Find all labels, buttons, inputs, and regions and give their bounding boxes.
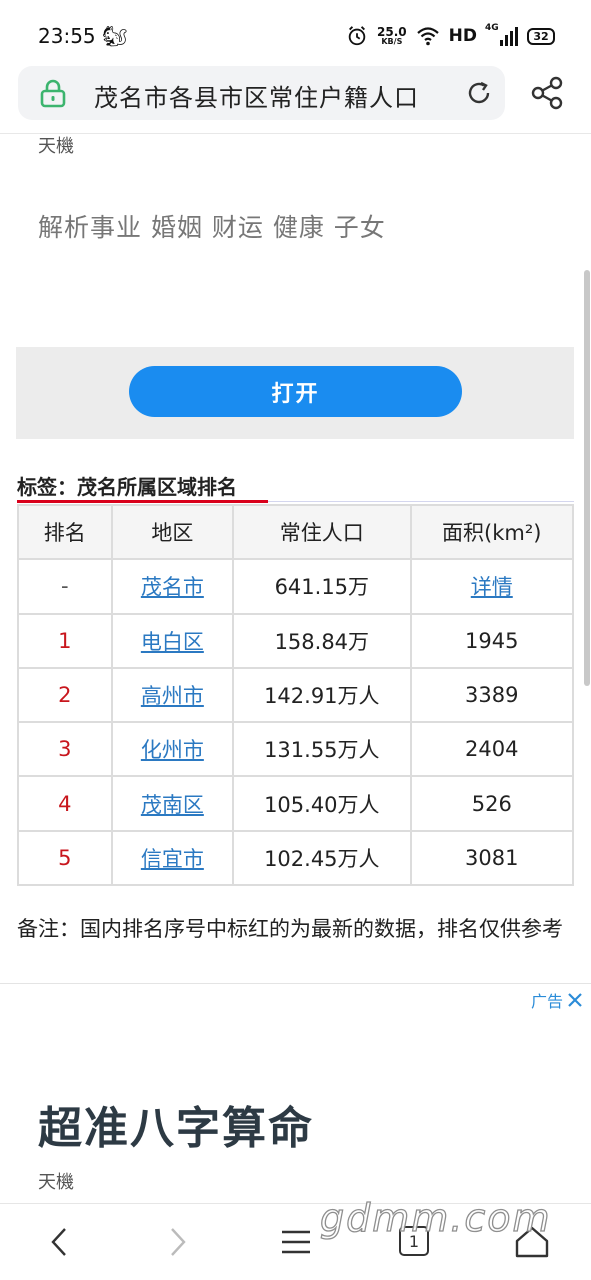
header-area: 面积(km²) [409,503,575,561]
rank-cell: 2 [17,666,113,724]
ad-top-description[interactable]: 解析事业 婚姻 财运 健康 子女 [38,208,386,244]
lock-icon [40,79,66,108]
page-title[interactable]: 茂名市各县市区常住户籍人口 [94,78,419,113]
region-link[interactable]: 电白区 [141,630,204,654]
squirrel-icon: 🐿 [102,24,128,48]
area-cell: 1945 [409,612,575,669]
region-cell: 高州市 [110,666,235,724]
rank-cell: 1 [17,612,113,669]
area-cell: 526 [409,775,575,832]
network-speed-unit: KB/S [381,37,403,46]
population-cell: 641.15万 [232,558,412,615]
address-bar[interactable]: 茂名市各县市区常住户籍人口 [18,66,505,120]
region-cell: 电白区 [110,612,235,669]
status-icons: 25.0 KB/S HD 4G 32 [346,23,555,48]
area-cell: 3081 [409,829,575,887]
tag-divider [268,501,574,502]
region-cell: 信宜市 [110,829,235,887]
scrollbar[interactable] [584,270,590,686]
network-speed: 25.0 KB/S [377,26,407,46]
region-link[interactable]: 化州市 [141,738,204,762]
table-row: 4 茂南区 105.40万人 526 [17,775,575,832]
battery-icon: 32 [527,27,555,45]
table-row: 5 信宜市 102.45万人 3081 [17,829,575,887]
top-divider [0,133,591,134]
table-header-row: 排名 地区 常住人口 面积(km²) [17,503,575,561]
header-rank: 排名 [17,503,113,561]
population-cell: 142.91万人 [232,666,412,724]
ad-label-text: 广告 [530,992,563,1011]
population-cell: 131.55万人 [232,721,412,778]
note-text: 备注：国内排名序号中标红的为最新的数据，排名仅供参考 [17,917,563,941]
ad-bottom[interactable]: 广告 超准八字算命 天機 [0,983,591,1203]
signal-icon: 4G [485,23,518,46]
table-row: 1 电白区 158.84万 1945 [17,612,575,669]
population-cell: 105.40万人 [232,775,412,832]
ad-top-brand: 天機 [38,136,74,157]
region-cell: 茂名市 [110,558,235,615]
population-cell: 102.45万人 [232,829,412,887]
ad-bottom-brand: 天機 [38,1172,74,1193]
menu-icon[interactable] [276,1222,316,1262]
close-icon[interactable] [567,992,583,1008]
region-link[interactable]: 茂南区 [141,793,204,817]
status-bar: 23:55 🐿 25.0 KB/S HD 4G 32 [0,0,591,70]
table-row: - 茂名市 641.15万 详情 [17,558,575,615]
region-link[interactable]: 信宜市 [141,847,204,871]
ad-label[interactable]: 广告 [531,988,583,1012]
region-link[interactable]: 茂名市 [141,575,204,599]
header-population: 常住人口 [232,503,412,561]
tag-underline [17,500,268,503]
rank-cell: - [17,558,113,615]
share-icon[interactable] [530,76,564,110]
rank-cell: 5 [17,829,113,887]
hd-indicator: HD [448,26,477,46]
rank-cell: 4 [17,775,113,832]
open-button[interactable]: 打开 [129,366,462,417]
watermark: gdmm.com [319,1195,552,1240]
status-time: 23:55 [38,24,96,48]
reload-icon[interactable] [465,79,493,107]
battery-level: 32 [533,29,549,43]
ad-bottom-title[interactable]: 超准八字算命 [38,1092,314,1156]
table-row: 2 高州市 142.91万人 3389 [17,666,575,724]
rank-cell: 3 [17,721,113,778]
region-link[interactable]: 高州市 [141,684,204,708]
header-region: 地区 [110,503,235,561]
population-cell: 158.84万 [232,612,412,669]
ad-top-panel: 打开 [16,347,574,439]
forward-icon[interactable] [157,1222,197,1262]
details-link[interactable]: 详情 [471,575,513,599]
alarm-clock-icon [348,26,366,46]
area-cell: 3389 [409,666,575,724]
area-cell: 详情 [409,558,575,615]
back-icon[interactable] [40,1222,80,1262]
tag-label: 标签：茂名所属区域排名 [17,475,237,499]
table-row: 3 化州市 131.55万人 2404 [17,721,575,778]
region-cell: 化州市 [110,721,235,778]
ranking-table: 排名 地区 常住人口 面积(km²) - 茂名市 641.15万 详情 1 电白… [17,503,575,887]
wifi-icon [416,27,439,46]
region-cell: 茂南区 [110,775,235,832]
network-type: 4G [485,23,499,33]
area-cell: 2404 [409,721,575,778]
